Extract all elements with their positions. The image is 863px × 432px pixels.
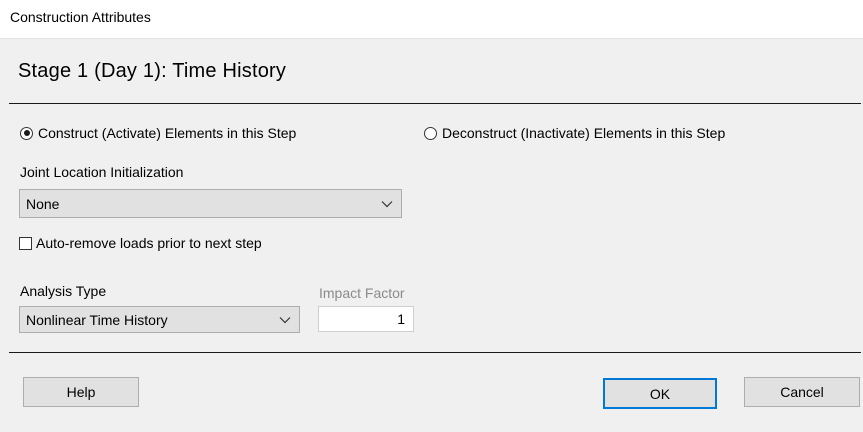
auto-remove-checkbox[interactable]: Auto-remove loads prior to next step — [19, 235, 262, 251]
deconstruct-radio[interactable]: Deconstruct (Inactivate) Elements in thi… — [424, 125, 725, 141]
top-divider — [9, 103, 861, 104]
analysis-type-value: Nonlinear Time History — [26, 311, 168, 328]
impact-factor-label: Impact Factor — [319, 285, 405, 301]
ok-button[interactable]: OK — [603, 378, 717, 409]
analysis-type-select[interactable]: Nonlinear Time History — [19, 306, 300, 333]
construction-attributes-dialog: Construction Attributes Stage 1 (Day 1):… — [0, 0, 863, 432]
construct-radio-label: Construct (Activate) Elements in this St… — [38, 125, 297, 141]
checkbox-unchecked-icon — [19, 236, 32, 250]
joint-location-select[interactable]: None — [19, 189, 402, 218]
cancel-button[interactable]: Cancel — [744, 377, 860, 407]
bottom-divider — [9, 352, 861, 353]
radio-selected-icon — [20, 126, 33, 140]
window-title: Construction Attributes — [10, 9, 151, 25]
chevron-down-icon — [381, 200, 393, 207]
analysis-type-label: Analysis Type — [20, 283, 107, 299]
deconstruct-radio-label: Deconstruct (Inactivate) Elements in thi… — [442, 125, 726, 141]
stage-heading: Stage 1 (Day 1): Time History — [18, 60, 287, 82]
auto-remove-label: Auto-remove loads prior to next step — [36, 235, 262, 251]
chevron-down-icon — [279, 316, 291, 323]
joint-location-value: None — [26, 195, 60, 212]
impact-factor-input[interactable]: 1 — [318, 306, 414, 332]
construct-radio[interactable]: Construct (Activate) Elements in this St… — [20, 125, 296, 141]
radio-unselected-icon — [424, 126, 437, 140]
title-bar: Construction Attributes — [0, 0, 863, 39]
joint-location-label: Joint Location Initialization — [20, 164, 184, 180]
help-button[interactable]: Help — [23, 377, 139, 407]
